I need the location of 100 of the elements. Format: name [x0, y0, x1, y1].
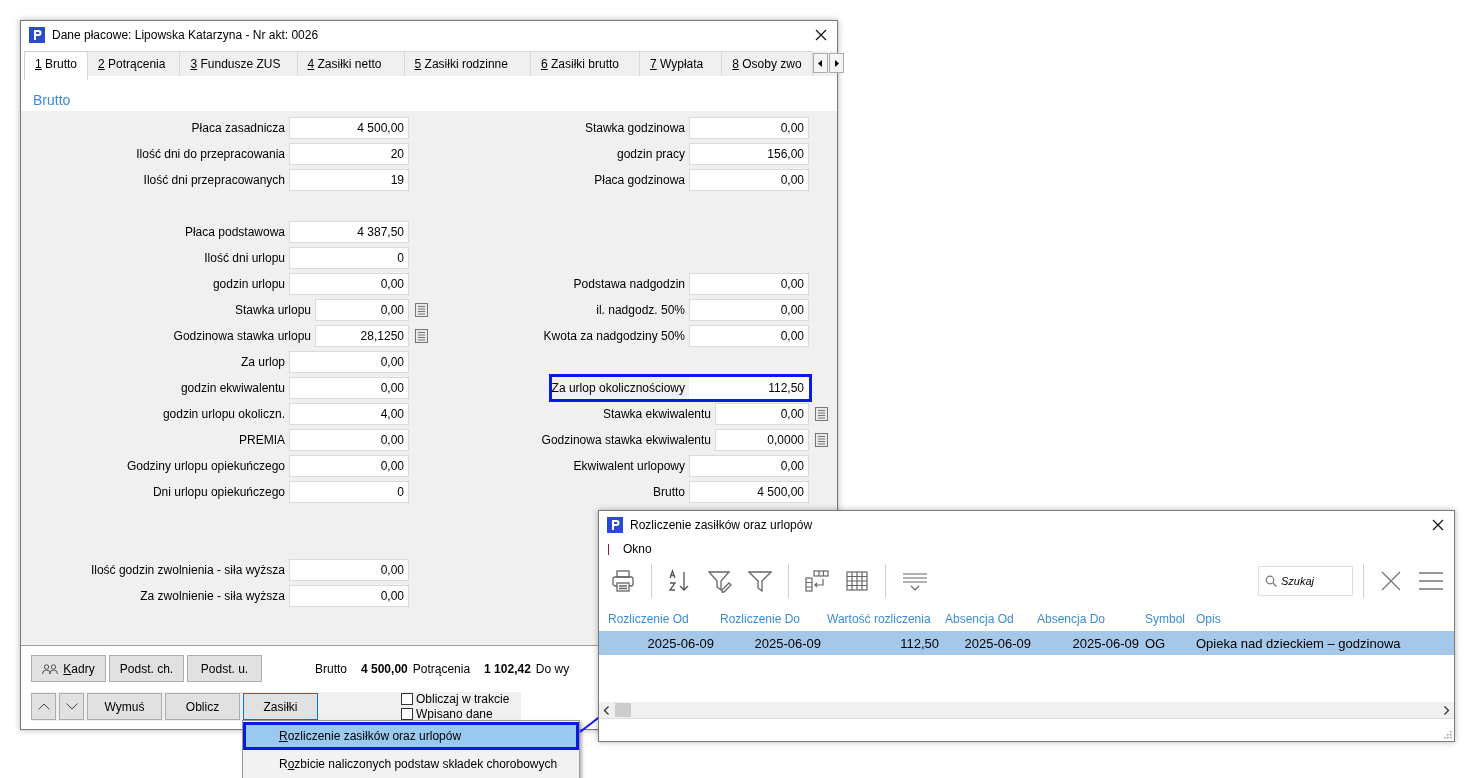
checkbox-label: Obliczaj w trakcie — [416, 692, 510, 706]
calculator-icon[interactable] — [415, 303, 428, 317]
scroll-right-button[interactable] — [828, 53, 844, 73]
column-header[interactable]: Rozliczenie Od — [608, 612, 720, 626]
close-icon[interactable] — [815, 29, 827, 41]
grid-icon[interactable] — [845, 569, 869, 593]
tab[interactable]: 5 Zasiłki rodzinne — [404, 51, 531, 76]
table-row[interactable]: 2025-06-09 2025-06-09 112,50 2025-06-09 2025-06-09 OG Opieka nad dzieckiem – godzinowa — [599, 631, 1454, 655]
field-label: Dni urlopu opiekuńczego — [152, 485, 286, 499]
table-cell-text: 2025-06-09 — [753, 635, 822, 651]
tab[interactable]: 6 Zasiłki brutto — [530, 51, 640, 76]
input-field[interactable]: 0,00 — [289, 377, 409, 399]
input-field[interactable]: 0,00 — [289, 429, 409, 451]
menu-item[interactable]: Rozbicie naliczonych podstaw składek chorobowych — [243, 750, 579, 778]
button[interactable]: Zasiłki — [243, 693, 318, 720]
menu-item[interactable]: Rozliczenie zasiłków oraz urlopów — [243, 722, 579, 750]
checkbox-label: Wpisano dane — [416, 707, 493, 721]
column-header[interactable]: Rozliczenie Do — [720, 612, 827, 626]
menu-icon[interactable] — [1418, 571, 1444, 591]
section-title: Brutto — [33, 92, 71, 108]
calculator-icon[interactable] — [815, 407, 828, 421]
field-label: Ilość dni urlopu — [204, 251, 286, 265]
input-field[interactable]: 4 387,50 — [289, 221, 409, 243]
input-field[interactable]: 0,00 — [689, 325, 809, 347]
field-label: Godzinowa stawka ekwiwalentu — [541, 433, 712, 447]
column-header[interactable]: Absencja Do — [1037, 612, 1145, 626]
column-header[interactable]: Absencja Od — [945, 612, 1037, 626]
table-cell-text: 112,50 — [899, 635, 940, 651]
input-field[interactable]: 20 — [289, 143, 409, 165]
menu-item[interactable]: Okno — [623, 542, 652, 556]
app-icon — [29, 27, 45, 43]
input-field[interactable]: 0,00 — [689, 117, 809, 139]
horizontal-scrollbar[interactable] — [599, 702, 1454, 718]
input-field[interactable]: 4,00 — [289, 403, 409, 425]
input-field[interactable]: 0 — [289, 481, 409, 503]
input-field[interactable]: 0,0000 — [715, 429, 809, 451]
search-icon — [1265, 575, 1277, 587]
input-field[interactable]: 156,00 — [689, 143, 809, 165]
field-label: il. nadgodz. 50% — [596, 303, 686, 317]
button[interactable]: Wymuś — [87, 693, 162, 720]
input-field[interactable]: 0,00 — [689, 169, 809, 191]
input-field[interactable]: 0,00 — [289, 351, 409, 373]
tab[interactable]: 1 Brutto — [24, 51, 89, 80]
checkbox[interactable] — [401, 693, 413, 705]
field-label: Ilość dni przepracowanych — [143, 173, 286, 187]
tab[interactable]: 8 Osoby zwo — [722, 51, 813, 76]
input-field[interactable]: 0,00 — [289, 273, 409, 295]
field-label: Stawka godzinowa — [584, 121, 686, 135]
field-label: Płaca podstawowa — [184, 225, 286, 239]
field-label: Za urlop — [240, 355, 286, 369]
input-field[interactable]: 0 — [289, 247, 409, 269]
input-field[interactable]: 112,50 — [689, 377, 809, 399]
input-field[interactable]: 4 500,00 — [689, 481, 809, 503]
tab[interactable]: 4 Zasiłki netto — [297, 51, 405, 76]
input-field[interactable]: 4 500,00 — [289, 117, 409, 139]
button[interactable]: Podst. ch. — [109, 655, 184, 682]
column-header[interactable]: Opis — [1196, 612, 1452, 626]
field-label: Ekwiwalent urlopowy — [573, 459, 686, 473]
resize-grip-icon[interactable] — [1443, 730, 1452, 739]
table-cell-text: OG — [1145, 635, 1167, 651]
input-field[interactable]: 19 — [289, 169, 409, 191]
checkbox[interactable] — [401, 708, 413, 720]
input-field[interactable]: 0,00 — [289, 585, 409, 607]
summary-value: 1 102,42 — [484, 661, 531, 676]
summary-label: Brutto — [315, 661, 347, 676]
input-field[interactable]: 0,00 — [315, 299, 409, 321]
tab[interactable]: 2 Potrącenia — [88, 51, 181, 76]
columns-icon[interactable] — [805, 569, 829, 593]
column-header[interactable]: Symbol — [1145, 612, 1196, 626]
calculator-icon[interactable] — [415, 329, 428, 343]
button[interactable]: Kadry — [31, 655, 106, 682]
input-field[interactable]: 0,00 — [689, 299, 809, 321]
button[interactable]: Podst. u. — [187, 655, 262, 682]
filter-edit-icon[interactable] — [708, 569, 732, 593]
app-icon — [607, 517, 623, 533]
field-label: Ilość godzin zwolnienia - siła wyższa — [90, 563, 286, 577]
calculator-icon[interactable] — [815, 433, 828, 447]
print-icon[interactable] — [611, 569, 635, 593]
filter-icon[interactable] — [748, 569, 772, 593]
chevron-down-icon — [65, 703, 78, 710]
scroll-thumb[interactable] — [615, 703, 631, 717]
input-field[interactable]: 0,00 — [689, 455, 809, 477]
input-field[interactable]: 0,00 — [289, 455, 409, 477]
field-label: Płaca zasadnicza — [191, 121, 286, 135]
input-field[interactable]: 0,00 — [689, 273, 809, 295]
input-field[interactable]: 0,00 — [715, 403, 809, 425]
close-icon[interactable] — [1432, 519, 1444, 531]
tab[interactable]: 7 Wypłata — [640, 51, 723, 76]
field-label: PREMIA — [239, 433, 286, 447]
input-field[interactable]: 28,1250 — [315, 325, 409, 347]
input-field[interactable]: 0,00 — [289, 559, 409, 581]
field-label: godzin pracy — [616, 147, 686, 161]
tab[interactable]: 3 Fundusze ZUS — [180, 51, 298, 76]
search-field[interactable]: Szukaj — [1258, 566, 1353, 596]
window-title: Dane płacowe: Lipowska Katarzyna - Nr akt: 0026 — [52, 28, 320, 42]
field-label: Brutto — [653, 485, 686, 499]
table-cell-text: 2025-06-09 — [1071, 635, 1140, 651]
button[interactable]: Oblicz — [165, 693, 240, 720]
summary-label: Potrącenia — [412, 661, 471, 676]
column-header[interactable]: Wartość rozliczenia — [827, 612, 945, 626]
